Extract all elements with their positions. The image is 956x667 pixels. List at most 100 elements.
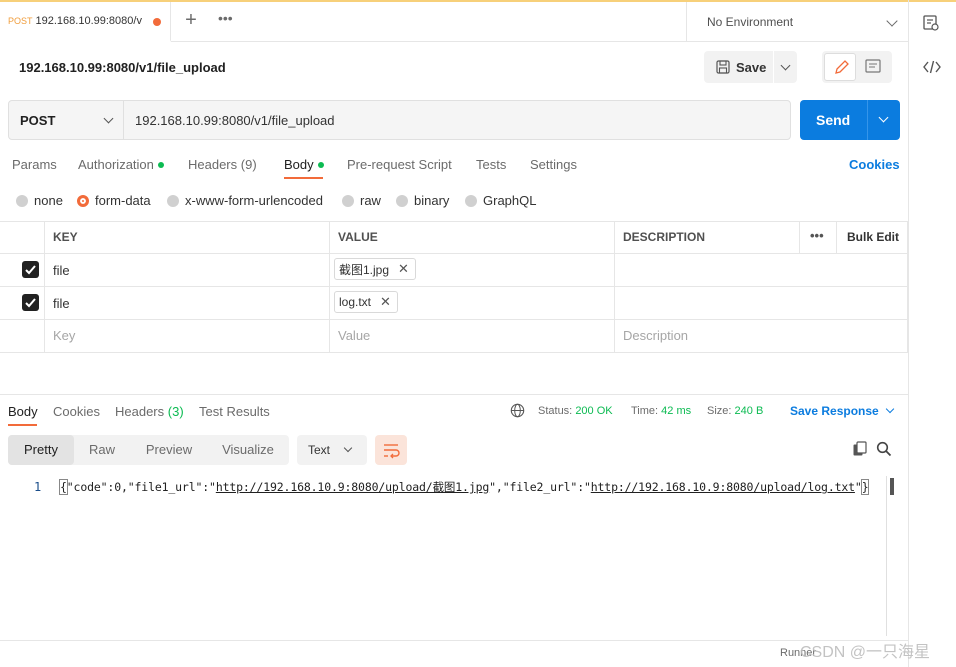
table-border bbox=[0, 286, 908, 287]
table-border bbox=[0, 319, 908, 320]
save-response-button[interactable]: Save Response bbox=[790, 404, 894, 418]
response-tab-headers[interactable]: Headers (3) bbox=[115, 404, 184, 419]
send-label: Send bbox=[816, 112, 851, 128]
body-type-binary[interactable]: binary bbox=[396, 193, 449, 208]
line-number: 1 bbox=[34, 480, 42, 494]
checkmark-icon bbox=[25, 298, 36, 308]
tab-tests[interactable]: Tests bbox=[476, 157, 506, 172]
table-border bbox=[0, 221, 908, 222]
cookies-link[interactable]: Cookies bbox=[849, 157, 900, 172]
table-divider bbox=[614, 221, 615, 353]
format-select[interactable]: Text bbox=[297, 435, 367, 465]
body-type-form-data[interactable]: form-data bbox=[77, 193, 151, 208]
chevron-down-icon bbox=[886, 15, 898, 27]
table-divider bbox=[44, 221, 45, 353]
time-info: Time: 42 ms bbox=[631, 405, 692, 417]
body-type-graphql[interactable]: GraphQL bbox=[465, 193, 536, 208]
table-divider bbox=[907, 221, 908, 353]
body-type-urlencoded[interactable]: x-www-form-urlencoded bbox=[167, 193, 323, 208]
request-tab[interactable]: POST 192.168.10.99:8080/v bbox=[0, 2, 171, 42]
code-snippet-icon[interactable] bbox=[922, 57, 942, 77]
watermark: CSDN @一只海星 bbox=[800, 644, 931, 661]
tab-body[interactable]: Body bbox=[284, 157, 324, 172]
url-bar bbox=[8, 100, 791, 140]
tab-params[interactable]: Params bbox=[12, 157, 57, 172]
file2-url-link[interactable]: http://192.168.10.9:8080/upload/log.txt bbox=[591, 480, 855, 494]
send-button[interactable]: Send bbox=[800, 100, 900, 140]
url-input[interactable]: 192.168.10.99:8080/v1/file_upload bbox=[135, 113, 335, 128]
file-chip[interactable]: 截图1.jpg ✕ bbox=[334, 258, 416, 280]
environment-label: No Environment bbox=[707, 15, 794, 29]
tab-method: POST bbox=[8, 16, 33, 26]
table-divider bbox=[329, 221, 330, 353]
send-options-chevron-icon[interactable] bbox=[878, 112, 889, 123]
wrap-lines-icon bbox=[384, 444, 400, 459]
chevron-down-icon bbox=[103, 113, 114, 124]
copy-icon[interactable] bbox=[852, 441, 868, 457]
param-key[interactable]: file bbox=[53, 263, 70, 278]
save-label: Save bbox=[736, 59, 767, 75]
search-icon[interactable] bbox=[876, 441, 892, 457]
wrap-lines-button[interactable] bbox=[375, 435, 407, 465]
tab-pre-request-script[interactable]: Pre-request Script bbox=[347, 157, 452, 172]
more-tabs-icon[interactable]: ••• bbox=[218, 10, 233, 26]
file-chip[interactable]: log.txt ✕ bbox=[334, 291, 398, 313]
radio-icon bbox=[16, 194, 28, 207]
column-header-value: VALUE bbox=[338, 230, 378, 244]
new-tab-plus-icon[interactable]: + bbox=[180, 10, 202, 32]
response-body[interactable]: {"code":0,"file1_url":"http://192.168.10… bbox=[59, 479, 870, 495]
view-raw-button[interactable]: Raw bbox=[78, 435, 126, 465]
value-input[interactable]: Value bbox=[338, 328, 370, 343]
editor-scroll-track bbox=[886, 476, 887, 636]
active-tab-underline bbox=[8, 424, 37, 426]
unsaved-dot-icon bbox=[153, 18, 161, 26]
editor-scrollbar[interactable] bbox=[890, 478, 894, 495]
radio-icon bbox=[167, 194, 179, 207]
chevron-down-icon bbox=[343, 443, 353, 453]
response-tab-test-results[interactable]: Test Results bbox=[199, 404, 270, 419]
file-name: 截图1.jpg bbox=[339, 262, 390, 277]
row-checkbox[interactable] bbox=[22, 261, 39, 278]
body-type-raw[interactable]: raw bbox=[342, 193, 381, 208]
chevron-down-icon bbox=[885, 404, 894, 414]
view-pretty-button[interactable]: Pretty bbox=[8, 435, 74, 465]
right-sidebar bbox=[908, 0, 956, 667]
column-header-description: DESCRIPTION bbox=[623, 230, 706, 244]
request-title[interactable]: 192.168.10.99:8080/v1/file_upload bbox=[19, 60, 226, 75]
row-checkbox[interactable] bbox=[22, 294, 39, 311]
edit-mode-button[interactable] bbox=[824, 53, 856, 81]
remove-file-icon[interactable]: ✕ bbox=[398, 261, 409, 277]
column-options-icon[interactable]: ••• bbox=[810, 228, 824, 243]
chevron-down-icon[interactable] bbox=[780, 60, 791, 71]
file-name: log.txt bbox=[339, 295, 372, 309]
status-dot-icon bbox=[317, 161, 324, 168]
bulk-edit-button[interactable]: Bulk Edit bbox=[847, 230, 899, 244]
save-button[interactable]: Save bbox=[704, 51, 797, 83]
key-input[interactable]: Key bbox=[53, 328, 75, 343]
globe-icon[interactable] bbox=[510, 403, 525, 418]
tab-authorization[interactable]: Authorization bbox=[78, 157, 164, 172]
view-visualize-button[interactable]: Visualize bbox=[212, 435, 284, 465]
method-select[interactable]: POST bbox=[8, 100, 124, 140]
file1-url-link[interactable]: http://192.168.10.9:8080/upload/截图1.jpg bbox=[216, 480, 489, 494]
environment-quick-look-icon[interactable] bbox=[922, 14, 940, 32]
remove-file-icon[interactable]: ✕ bbox=[380, 294, 391, 310]
comments-icon[interactable] bbox=[860, 56, 886, 78]
response-tab-body[interactable]: Body bbox=[8, 404, 38, 419]
radio-icon bbox=[396, 194, 408, 207]
tab-settings[interactable]: Settings bbox=[530, 157, 577, 172]
param-key[interactable]: file bbox=[53, 296, 70, 311]
response-divider bbox=[0, 394, 908, 395]
tab-headers[interactable]: Headers (9) bbox=[188, 157, 257, 172]
method-value: POST bbox=[20, 112, 56, 128]
body-type-none[interactable]: none bbox=[16, 193, 63, 208]
status-dot-icon bbox=[157, 161, 164, 168]
active-tab-underline bbox=[284, 177, 323, 179]
status-bar bbox=[0, 640, 908, 667]
response-tab-cookies[interactable]: Cookies bbox=[53, 404, 100, 419]
environment-select[interactable]: No Environment bbox=[686, 2, 908, 42]
description-input[interactable]: Description bbox=[623, 328, 688, 343]
table-border bbox=[0, 253, 908, 254]
radio-icon bbox=[465, 194, 477, 207]
view-preview-button[interactable]: Preview bbox=[136, 435, 202, 465]
